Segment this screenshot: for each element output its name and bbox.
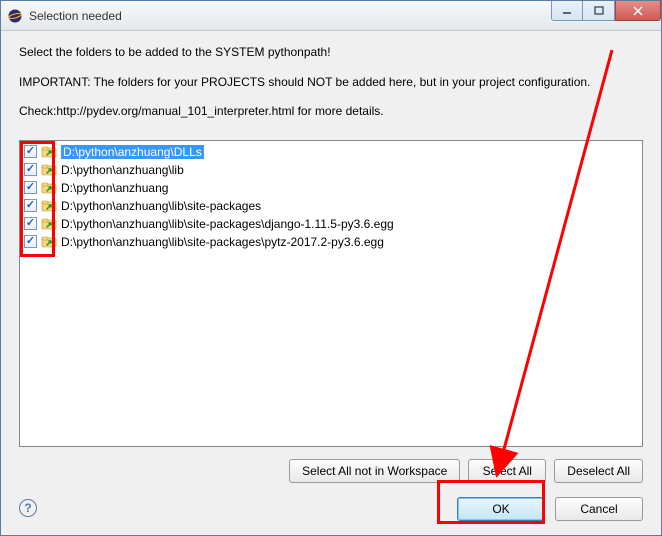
folder-path-label: D:\python\anzhuang\lib\site-packages\pyt… [61, 235, 384, 249]
folder-system-icon [41, 216, 57, 232]
ok-button[interactable]: OK [457, 497, 545, 521]
dialog-content: Select the folders to be added to the SY… [1, 31, 661, 535]
checkbox[interactable]: ✓ [24, 217, 37, 230]
minimize-button[interactable] [551, 1, 583, 21]
folder-path-label: D:\python\anzhuang [61, 181, 168, 195]
dialog-button-row: OK Cancel [19, 497, 643, 521]
folder-system-icon [41, 162, 57, 178]
list-item[interactable]: ✓ D:\python\anzhuang\DLLs [22, 143, 640, 161]
list-item[interactable]: ✓ D:\python\anzhuang\lib\site-packages [22, 197, 640, 215]
intro-line-1: Select the folders to be added to the SY… [19, 45, 643, 61]
folder-system-icon [41, 180, 57, 196]
list-item[interactable]: ✓ D:\python\anzhuang\lib\site-packages\py… [22, 233, 640, 251]
eclipse-icon [7, 8, 23, 24]
folder-system-icon [41, 234, 57, 250]
checkbox[interactable]: ✓ [24, 199, 37, 212]
intro-text: Select the folders to be added to the SY… [19, 45, 643, 126]
intro-line-2: IMPORTANT: The folders for your PROJECTS… [19, 75, 643, 91]
folder-list[interactable]: ✓ D:\python\anzhuang\DLLs ✓ D:\python\anzhu… [19, 140, 643, 447]
titlebar: Selection needed [1, 1, 661, 31]
close-button[interactable] [615, 1, 661, 21]
checkbox[interactable]: ✓ [24, 145, 37, 158]
cancel-button[interactable]: Cancel [555, 497, 643, 521]
help-icon[interactable]: ? [19, 499, 37, 517]
selection-button-row: Select All not in Workspace Select All D… [19, 459, 643, 483]
checkbox[interactable]: ✓ [24, 181, 37, 194]
folder-system-icon [41, 198, 57, 214]
folder-path-label: D:\python\anzhuang\DLLs [61, 145, 204, 159]
folder-path-label: D:\python\anzhuang\lib\site-packages [61, 199, 261, 213]
list-item[interactable]: ✓ D:\python\anzhuang\lib\site-packages\dj… [22, 215, 640, 233]
select-all-not-in-workspace-button[interactable]: Select All not in Workspace [289, 459, 460, 483]
dialog-window: Selection needed Select the folders to b… [0, 0, 662, 536]
folder-system-icon [41, 144, 57, 160]
deselect-all-button[interactable]: Deselect All [554, 459, 643, 483]
window-controls [551, 1, 661, 21]
window-title: Selection needed [29, 9, 122, 23]
folder-path-label: D:\python\anzhuang\lib\site-packages\dja… [61, 217, 394, 231]
intro-line-3: Check:http://pydev.org/manual_101_interp… [19, 104, 643, 120]
maximize-button[interactable] [583, 1, 615, 21]
list-item[interactable]: ✓ D:\python\anzhuang [22, 179, 640, 197]
checkbox[interactable]: ✓ [24, 235, 37, 248]
list-item[interactable]: ✓ D:\python\anzhuang\lib [22, 161, 640, 179]
folder-path-label: D:\python\anzhuang\lib [61, 163, 184, 177]
select-all-button[interactable]: Select All [468, 459, 546, 483]
checkbox[interactable]: ✓ [24, 163, 37, 176]
